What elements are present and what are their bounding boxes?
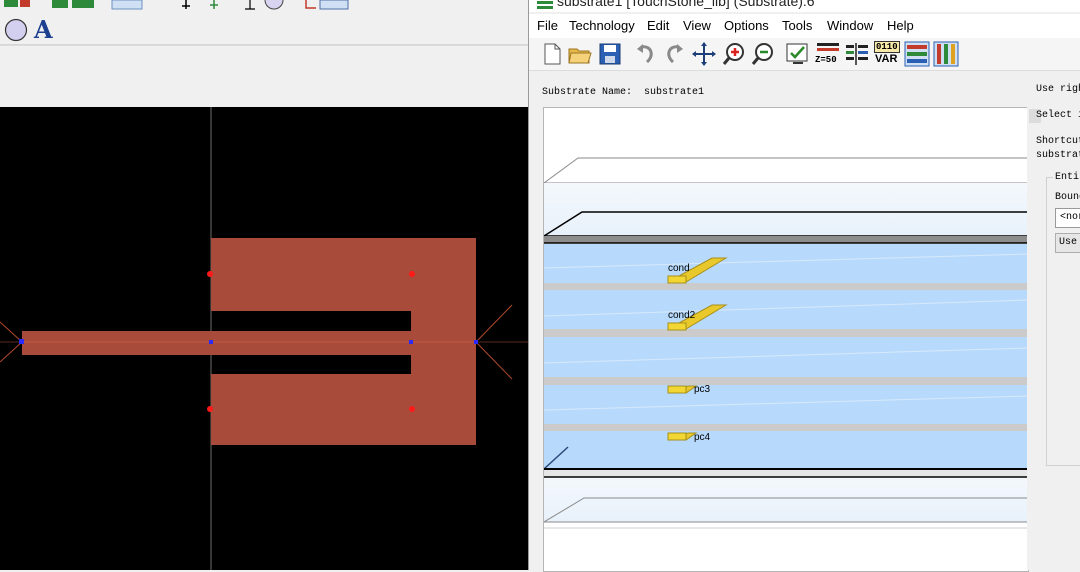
impedance-tool[interactable]: Z=50 <box>815 41 841 67</box>
layer-label-pc3: pc3 <box>694 384 711 395</box>
hint-line-2: Select i <box>1036 110 1080 121</box>
menu-bar: File Technology Edit View Options Tools … <box>529 14 1080 38</box>
text-tool-icon[interactable]: A <box>34 15 53 44</box>
bounding-select-value: <nor <box>1060 212 1080 223</box>
undo-icon[interactable] <box>633 41 659 67</box>
zoom-in-icon[interactable] <box>721 41 747 67</box>
binary-label: 0110 <box>874 41 900 53</box>
app-icon <box>537 1 553 9</box>
new-file-icon[interactable] <box>539 41 565 67</box>
layout-toolbar-icons[interactable] <box>0 0 528 14</box>
check-icon[interactable] <box>785 41 811 67</box>
hint-line-1: Use righ <box>1036 84 1080 95</box>
layout-window: A <box>0 0 528 570</box>
toolbar: Z=50 0110 VAR <box>529 38 1080 71</box>
substrate-name-label: Substrate Name: <box>542 87 633 98</box>
layers-horizontal-icon[interactable] <box>904 41 930 67</box>
layout-blank-toolbar <box>0 45 528 108</box>
pan-icon[interactable] <box>691 41 717 67</box>
menu-tools[interactable]: Tools <box>782 18 812 33</box>
menu-options[interactable]: Options <box>724 18 769 33</box>
substrate-stack-drawing: cond cond2 pc3 pc4 <box>544 157 1028 529</box>
layout-canvas[interactable] <box>0 107 528 570</box>
zoom-out-icon[interactable] <box>750 41 776 67</box>
bounding-label: Bound <box>1055 192 1080 203</box>
menu-help[interactable]: Help <box>887 18 914 33</box>
menu-window[interactable]: Window <box>827 18 873 33</box>
layer-label-cond2: cond2 <box>668 310 696 321</box>
window-title: substrate1 [TouchStone_lib] (Substrate):… <box>557 0 815 9</box>
layout-toolbar-shapes: A <box>0 14 528 45</box>
impedance-label: Z=50 <box>815 55 837 65</box>
menu-technology[interactable]: Technology <box>569 18 635 33</box>
menu-file[interactable]: File <box>537 18 558 33</box>
substrate-name-value: substrate1 <box>644 87 705 98</box>
layer-edit-icon[interactable] <box>844 41 870 67</box>
use-button-label: Use <box>1059 237 1078 248</box>
hint-line-4: substrat <box>1036 150 1080 161</box>
substrate-window: substrate1 [TouchStone_lib] (Substrate):… <box>528 0 1080 572</box>
var-tool[interactable]: 0110 VAR <box>873 41 900 67</box>
layout-toolbar-top <box>0 0 528 14</box>
circle-tool-icon[interactable] <box>4 18 28 42</box>
viewer-scrollbar[interactable] <box>1027 107 1043 570</box>
var-label: VAR <box>875 53 898 65</box>
use-button[interactable]: Use <box>1055 233 1080 253</box>
save-icon[interactable] <box>597 41 623 67</box>
open-folder-icon[interactable] <box>567 41 593 67</box>
group-title: Entir <box>1053 172 1080 183</box>
layer-label-cond: cond <box>668 263 690 274</box>
hint-line-3: Shortcut <box>1036 136 1080 147</box>
menu-edit[interactable]: Edit <box>647 18 669 33</box>
layout-drawing <box>0 107 528 570</box>
feed-line[interactable] <box>22 331 211 355</box>
bounding-select[interactable]: <nor <box>1055 208 1080 228</box>
redo-icon[interactable] <box>661 41 687 67</box>
layer-label-pc4: pc4 <box>694 432 711 443</box>
layers-vertical-icon[interactable] <box>933 41 959 67</box>
title-bar: substrate1 [TouchStone_lib] (Substrate):… <box>529 0 1080 12</box>
substrate-name-row: Substrate Name: substrate1 <box>542 87 704 98</box>
menu-view[interactable]: View <box>683 18 711 33</box>
substrate-stack-view[interactable]: cond cond2 pc3 pc4 <box>543 107 1029 572</box>
